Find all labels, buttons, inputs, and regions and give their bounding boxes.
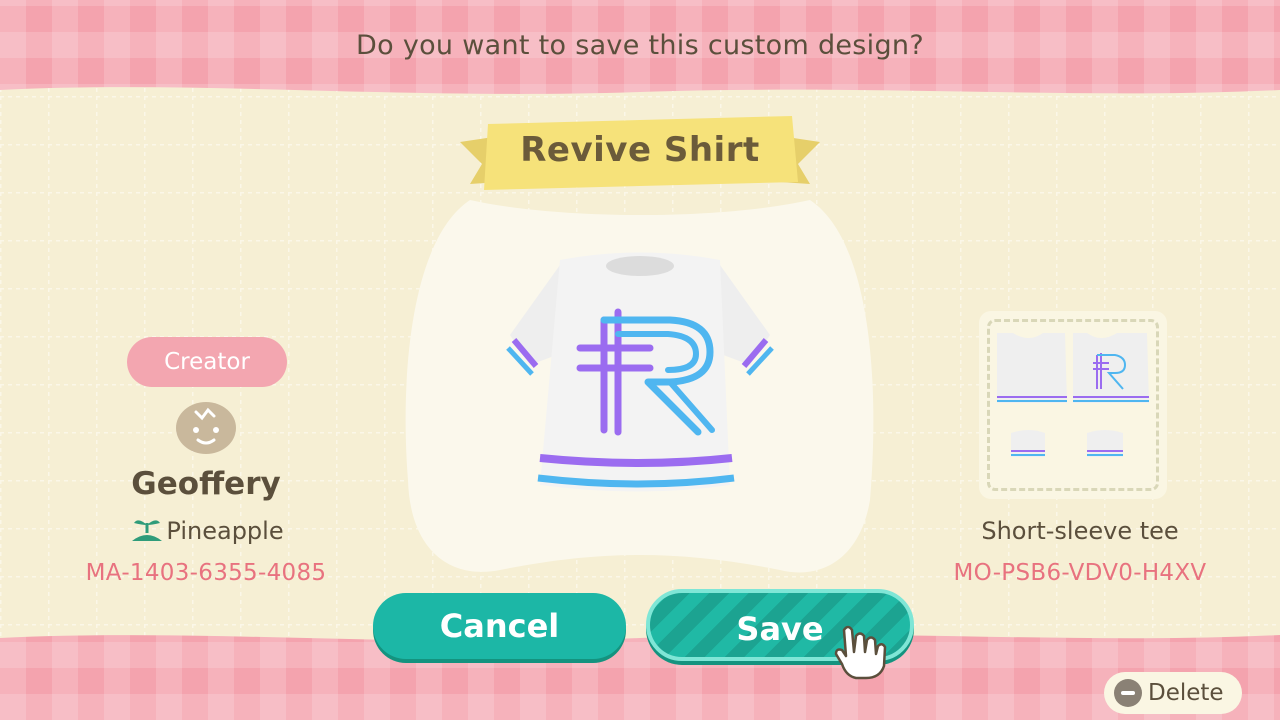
minus-button-icon: [1114, 679, 1142, 707]
creator-badge: Creator: [127, 337, 287, 387]
delete-button[interactable]: Delete: [1104, 672, 1242, 714]
pattern-sheet-preview: [979, 311, 1167, 499]
delete-label: Delete: [1148, 680, 1224, 706]
design-type-label: Short-sleeve tee: [981, 517, 1179, 545]
design-id: MO-PSB6-VDV0-H4XV: [953, 560, 1207, 586]
island-name: Pineapple: [166, 517, 284, 545]
creator-name: Geoffery: [131, 466, 281, 502]
creator-island: Pineapple: [60, 517, 352, 545]
island-sprout-icon: [132, 520, 163, 541]
dialog-prompt: Do you want to save this custom design?: [356, 30, 924, 61]
villager-face-icon: [176, 402, 236, 454]
hand-pointer-icon: [834, 625, 887, 680]
shirt-preview: [506, 252, 774, 492]
design-title: Revive Shirt: [520, 130, 760, 170]
creator-id: MA-1403-6355-4085: [85, 560, 327, 586]
cancel-button[interactable]: Cancel: [373, 593, 626, 659]
pattern-sheet-art: [997, 333, 1149, 457]
